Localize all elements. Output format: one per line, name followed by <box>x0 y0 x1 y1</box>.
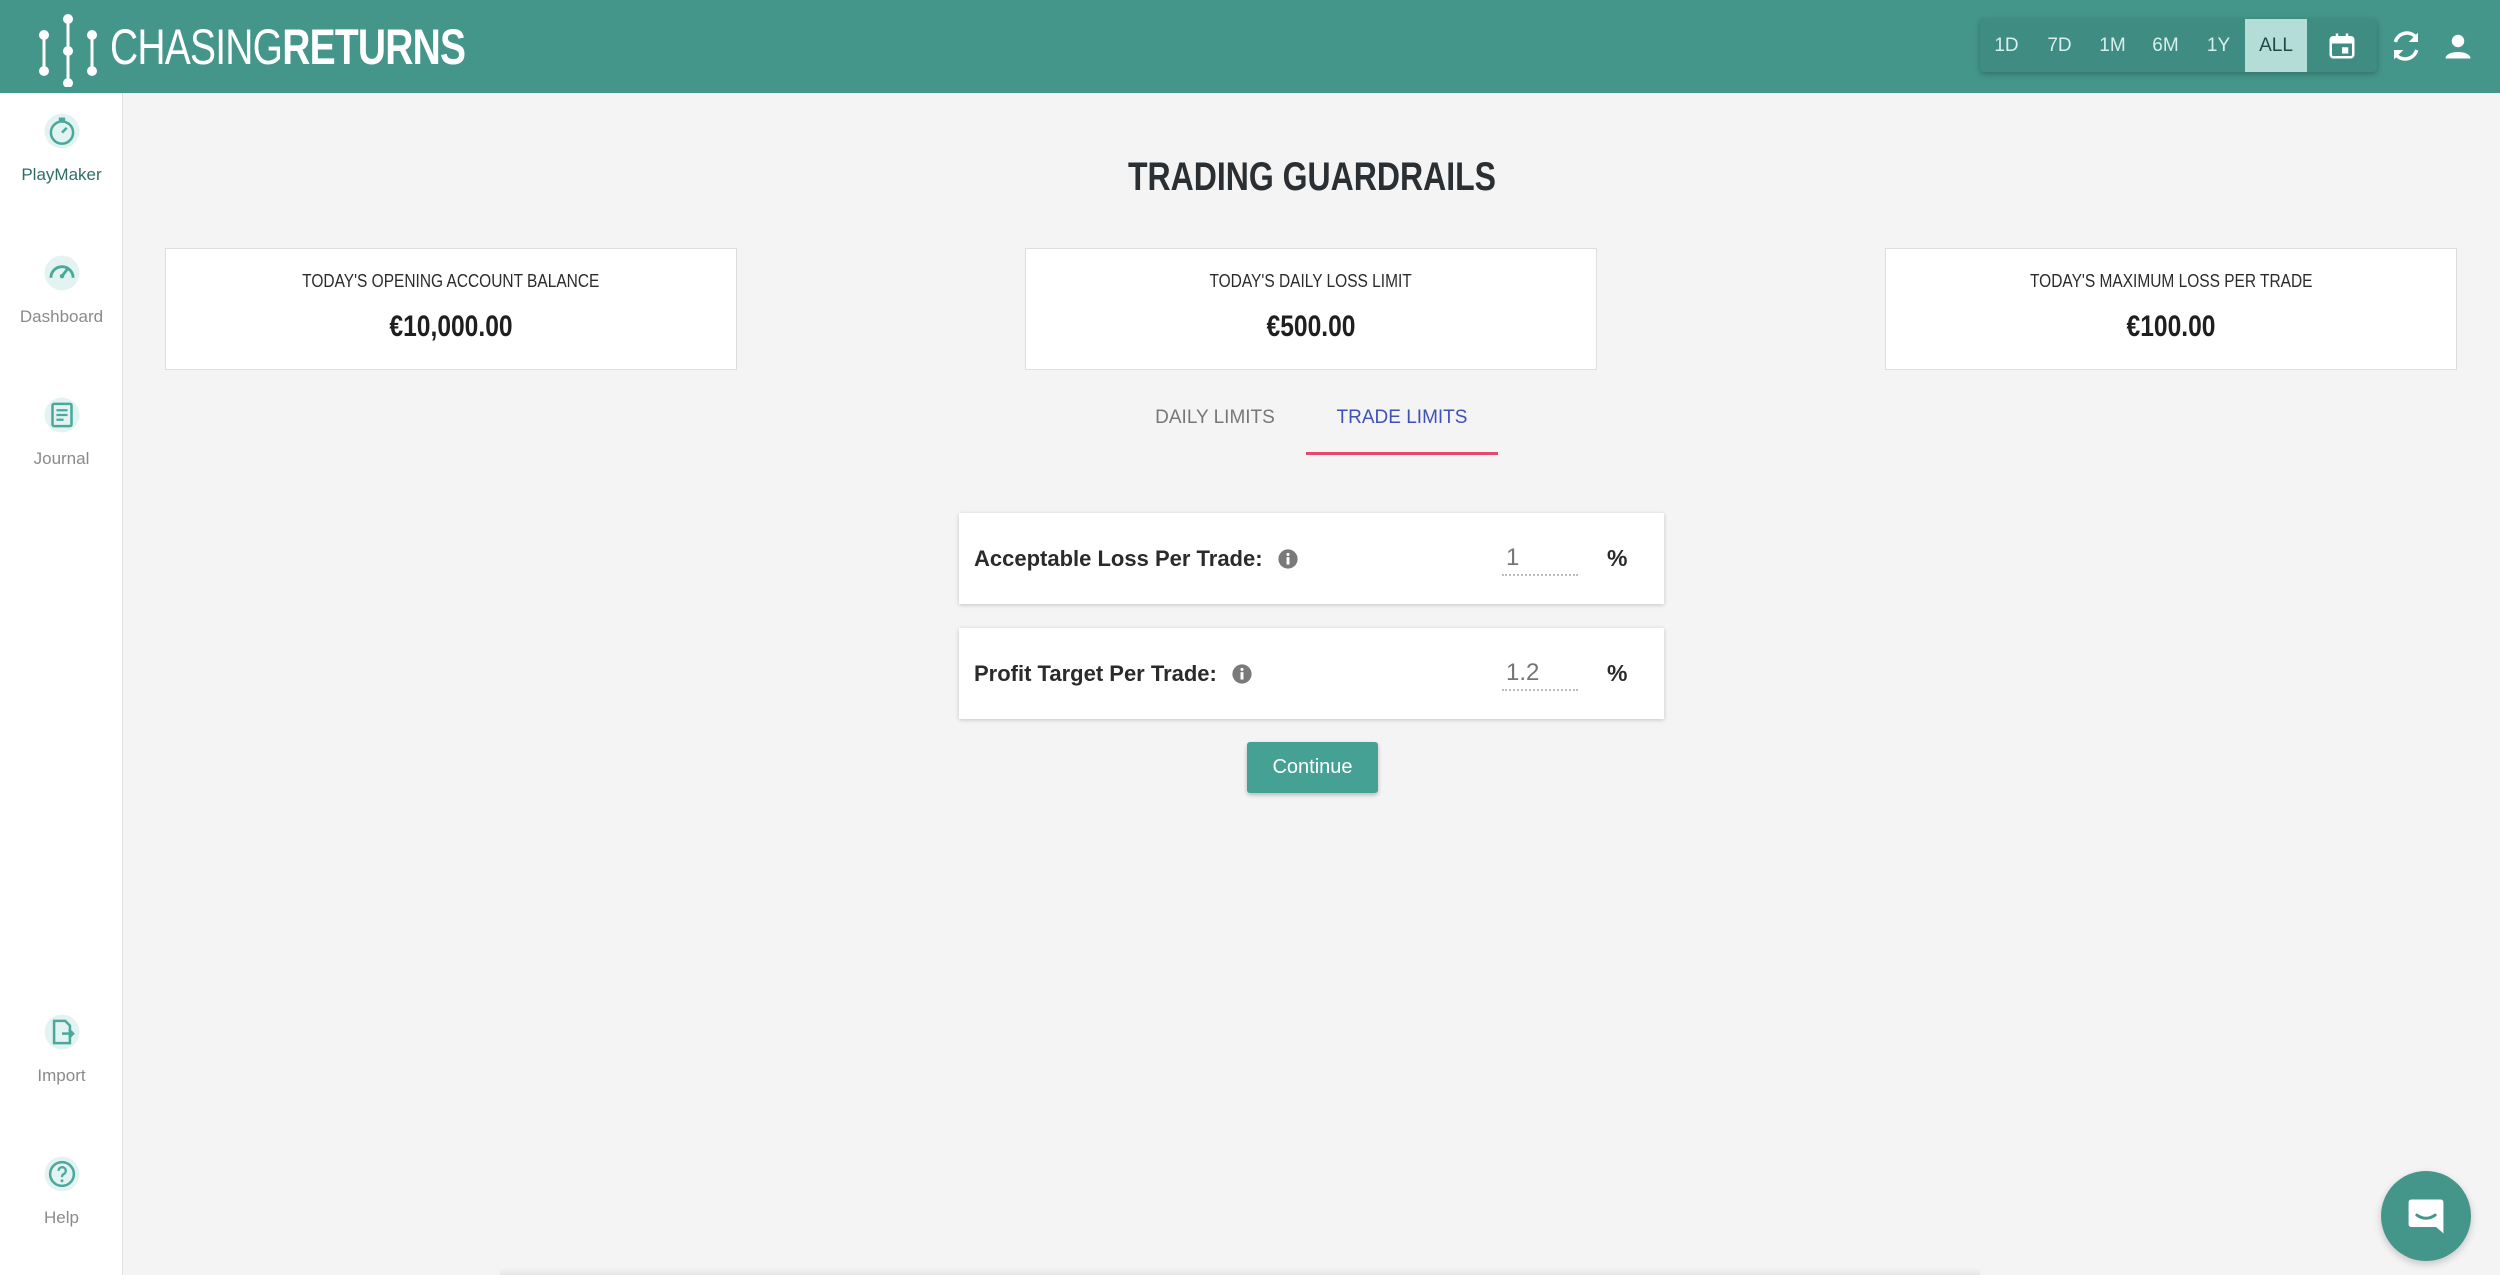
acceptable-loss-row: Acceptable Loss Per Trade: % <box>959 513 1664 604</box>
calendar-icon <box>2329 33 2355 58</box>
range-1d-button[interactable]: 1D <box>1980 19 2033 72</box>
user-button[interactable] <box>2438 26 2478 66</box>
percent-unit: % <box>1607 545 1628 571</box>
acceptable-loss-input[interactable] <box>1502 541 1578 576</box>
import-icon <box>42 1012 82 1052</box>
logo-text: CHASINGRETURNS <box>110 18 466 76</box>
logo-text-bold: RETURNS <box>282 18 466 75</box>
sidebar-item-label: Import <box>37 1066 86 1085</box>
profit-target-label: Profit Target Per Trade: <box>974 660 1217 686</box>
logo-text-thin: CHASING <box>110 18 283 75</box>
sidebar-item-playmaker[interactable]: PlayMaker <box>0 111 123 185</box>
max-loss-per-trade-label: TODAY'S MAXIMUM LOSS PER TRADE <box>2029 271 2313 291</box>
bottom-shadow <box>500 1268 1980 1275</box>
opening-balance-label: TODAY'S OPENING ACCOUNT BALANCE <box>302 271 600 291</box>
top-bar: CHASINGRETURNS 1D 7D 1M 6M 1Y ALL <box>0 0 2500 93</box>
max-loss-per-trade-card: TODAY'S MAXIMUM LOSS PER TRADE €100.00 <box>1885 248 2457 370</box>
opening-balance-value: €10,000.00 <box>389 310 513 343</box>
acceptable-loss-label: Acceptable Loss Per Trade: <box>974 545 1263 571</box>
sidebar-item-help[interactable]: Help <box>0 1154 123 1228</box>
daily-loss-limit-card: TODAY'S DAILY LOSS LIMIT €500.00 <box>1025 248 1597 370</box>
range-1y-button[interactable]: 1Y <box>2192 19 2245 72</box>
range-all-button[interactable]: ALL <box>2245 19 2307 72</box>
help-icon <box>42 1154 82 1194</box>
date-range-selector: 1D 7D 1M 6M 1Y ALL <box>1980 19 2377 72</box>
info-icon[interactable] <box>1231 663 1253 685</box>
info-icon[interactable] <box>1277 548 1299 570</box>
daily-loss-limit-value: €500.00 <box>1266 310 1356 343</box>
speedometer-icon <box>42 253 82 293</box>
profit-target-row: Profit Target Per Trade: % <box>959 628 1664 719</box>
refresh-icon <box>2393 31 2419 61</box>
limits-tabs: DAILY LIMITS TRADE LIMITS <box>0 395 2500 455</box>
tab-trade-limits[interactable]: TRADE LIMITS <box>1306 395 1498 455</box>
chat-icon <box>2408 1199 2444 1234</box>
logo-mark-icon <box>39 13 97 87</box>
sidebar-item-label: Dashboard <box>19 307 104 326</box>
sidebar-item-dashboard[interactable]: Dashboard <box>0 253 123 327</box>
range-7d-button[interactable]: 7D <box>2033 19 2086 72</box>
daily-loss-limit-label: TODAY'S DAILY LOSS LIMIT <box>1209 271 1413 291</box>
continue-button[interactable]: Continue <box>1247 742 1378 793</box>
range-1m-button[interactable]: 1M <box>2086 19 2139 72</box>
percent-unit: % <box>1607 660 1628 686</box>
page-title: TRADING GUARDRAILS <box>1127 155 1496 199</box>
sidebar: PlayMaker Dashboard Journal Import Help <box>0 93 123 1275</box>
range-6m-button[interactable]: 6M <box>2139 19 2192 72</box>
sidebar-item-import[interactable]: Import <box>0 1012 123 1086</box>
refresh-button[interactable] <box>2386 26 2426 66</box>
sidebar-item-label: PlayMaker <box>21 165 102 184</box>
opening-balance-card: TODAY'S OPENING ACCOUNT BALANCE €10,000.… <box>165 248 737 370</box>
stopwatch-icon <box>42 111 82 151</box>
logo[interactable]: CHASINGRETURNS <box>34 0 566 93</box>
tab-daily-limits[interactable]: DAILY LIMITS <box>1120 395 1310 455</box>
sidebar-item-label: Help <box>44 1208 79 1227</box>
chat-launcher-button[interactable] <box>2381 1171 2471 1261</box>
user-icon <box>2445 34 2471 59</box>
page-title-container: TRADING GUARDRAILS <box>123 155 2500 200</box>
profit-target-input[interactable] <box>1502 656 1578 691</box>
calendar-button[interactable] <box>2307 19 2377 72</box>
max-loss-per-trade-value: €100.00 <box>2126 310 2216 343</box>
